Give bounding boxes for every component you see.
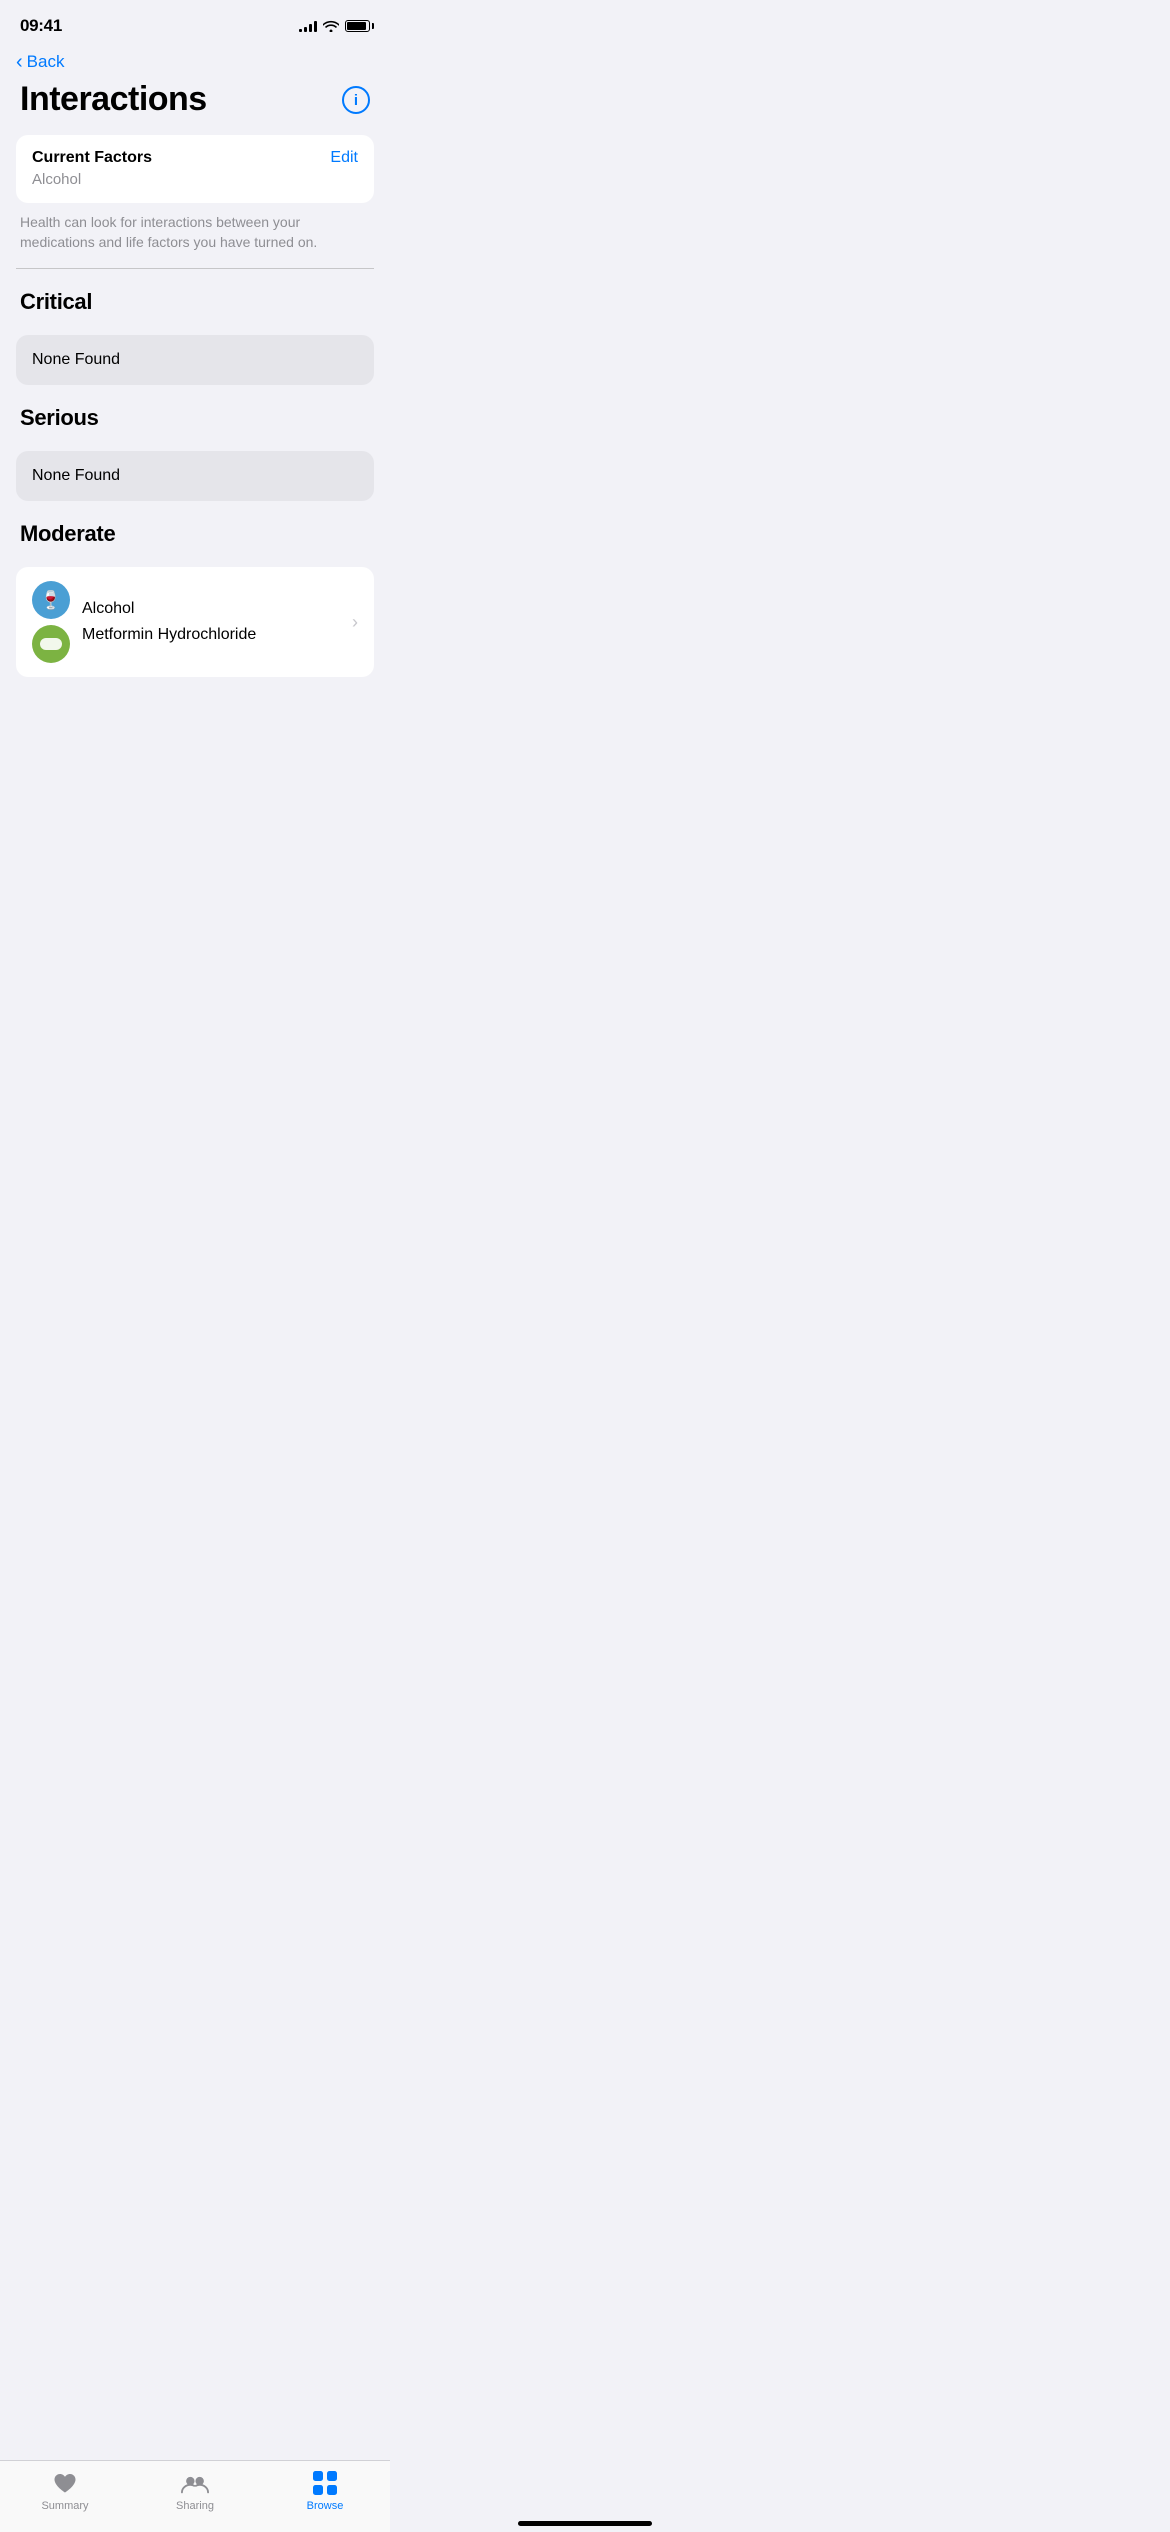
serious-section: Serious (0, 385, 390, 451)
page-header: Interactions i (0, 76, 390, 135)
nav-bar: ‹ Back (0, 44, 390, 76)
pill-icon (40, 638, 62, 650)
browse-icon (311, 2469, 339, 2497)
info-button[interactable]: i (342, 86, 370, 114)
tab-browse[interactable]: Browse (285, 2469, 365, 2512)
back-button[interactable]: ‹ Back (16, 52, 64, 72)
tab-sharing-label: Sharing (176, 2500, 214, 2512)
serious-none-found-text: None Found (32, 467, 120, 484)
battery-icon (345, 20, 370, 32)
tab-browse-label: Browse (307, 2500, 344, 2512)
current-factors-title: Current Factors (32, 149, 152, 167)
home-indicator (518, 2521, 652, 2526)
tab-sharing[interactable]: Sharing (155, 2469, 235, 2512)
back-chevron-icon: ‹ (16, 52, 23, 72)
interaction-labels: Alcohol Metformin Hydrochloride (82, 600, 340, 644)
medication-icon (32, 625, 70, 663)
signal-icon (299, 20, 317, 32)
home-indicator-wrapper (0, 2517, 1170, 2526)
summary-icon (51, 2469, 79, 2497)
critical-section: Critical (0, 269, 390, 335)
alcohol-icon: 🍷 (32, 581, 70, 619)
interaction-row: 🍷 Alcohol Metformin Hydrochloride › (32, 581, 358, 663)
status-icons (299, 20, 370, 32)
card-header: Current Factors Edit (32, 149, 358, 167)
helper-text: Health can look for interactions between… (0, 203, 390, 268)
page-title: Interactions (20, 80, 207, 119)
wifi-icon (323, 20, 339, 32)
edit-button[interactable]: Edit (330, 149, 358, 167)
serious-none-found-card: None Found (16, 451, 374, 501)
moderate-interaction-card[interactable]: 🍷 Alcohol Metformin Hydrochloride › (16, 567, 374, 677)
critical-none-found-card: None Found (16, 335, 374, 385)
back-label: Back (27, 52, 65, 72)
sharing-icon (181, 2469, 209, 2497)
serious-section-title: Serious (20, 405, 370, 431)
current-factors-card: Current Factors Edit Alcohol (16, 135, 374, 203)
interaction-label-1: Alcohol (82, 600, 340, 618)
status-time: 09:41 (20, 16, 62, 36)
tab-summary[interactable]: Summary (25, 2469, 105, 2512)
current-factor-value: Alcohol (32, 171, 81, 188)
moderate-section-title: Moderate (20, 521, 370, 547)
critical-section-title: Critical (20, 289, 370, 315)
critical-none-found-text: None Found (32, 351, 120, 368)
moderate-section: Moderate (0, 501, 390, 567)
interaction-icons: 🍷 (32, 581, 70, 663)
tab-summary-label: Summary (41, 2500, 88, 2512)
info-icon: i (354, 92, 358, 109)
chevron-right-icon: › (352, 612, 358, 633)
status-bar: 09:41 (0, 0, 390, 44)
interaction-label-2: Metformin Hydrochloride (82, 626, 340, 644)
